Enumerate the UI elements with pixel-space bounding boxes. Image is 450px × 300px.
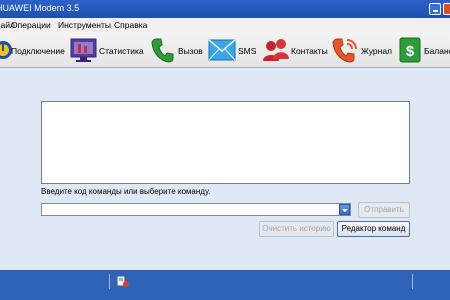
title-bar: HUAWEI Modem 3.5 [0, 0, 450, 18]
close-button[interactable] [443, 3, 450, 15]
balance-icon: $ [399, 37, 421, 63]
menu-operations[interactable]: Операции [11, 20, 51, 30]
command-output-area[interactable] [41, 101, 410, 184]
toolbar: Подключение Статистика Вызов SMS Контакт… [0, 32, 450, 68]
contacts-icon [263, 39, 289, 61]
toolbar-sms-label: SMS [238, 46, 257, 56]
toolbar-balance-label: Баланс [424, 46, 450, 56]
call-log-icon [332, 38, 357, 63]
toolbar-contacts-label: Контакты [291, 46, 328, 56]
minimize-button[interactable] [429, 3, 441, 15]
toolbar-call-button[interactable]: Вызов [150, 35, 206, 65]
toolbar-call-log-label: Журнал [361, 46, 393, 56]
status-separator [412, 274, 413, 289]
toolbar-call-log-button[interactable]: Журнал [332, 35, 396, 65]
toolbar-call-label: Вызов [178, 46, 203, 56]
menu-bar: Файл Операции Инструменты Справка [0, 18, 450, 32]
toolbar-sms-button[interactable]: SMS [208, 35, 260, 65]
status-separator [109, 274, 110, 289]
toolbar-statistics-label: Статистика [99, 46, 144, 56]
sms-envelope-icon [208, 39, 236, 61]
toolbar-balance-button[interactable]: $ Баланс [398, 35, 450, 65]
toolbar-connect-label: Подключение [11, 46, 65, 56]
command-input-combobox[interactable] [41, 203, 351, 216]
svg-text:$: $ [406, 43, 415, 60]
menu-tools[interactable]: Инструменты [58, 20, 111, 30]
chevron-down-icon[interactable] [339, 204, 350, 215]
network-status-icon [117, 276, 129, 287]
toolbar-connect-button[interactable]: Подключение [0, 35, 66, 65]
phone-call-icon [151, 38, 174, 63]
send-button[interactable]: Отправить [358, 202, 410, 218]
window-title: HUAWEI Modem 3.5 [0, 3, 80, 13]
menu-help[interactable]: Справка [114, 20, 147, 30]
command-editor-button[interactable]: Редактор команд [337, 221, 410, 237]
status-bar [0, 270, 450, 300]
toolbar-statistics-button[interactable]: Статистика [70, 35, 146, 65]
clear-history-button[interactable]: Очистить историю [259, 221, 334, 237]
command-prompt-label: Введите код команды или выберите команду… [41, 187, 211, 196]
statistics-icon [70, 38, 97, 62]
toolbar-contacts-button[interactable]: Контакты [262, 35, 328, 65]
